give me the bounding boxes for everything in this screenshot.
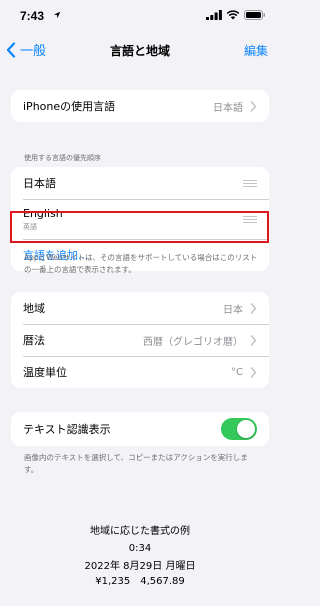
temperature-unit-row[interactable]: 温度単位 °C — [11, 356, 269, 388]
live-text-toggle[interactable] — [221, 418, 257, 440]
format-example-date: 2022年 8月29日 月曜日 — [84, 561, 196, 572]
language-name: 日本語 — [23, 177, 56, 190]
status-bar: 7:43 — [0, 0, 280, 30]
iphone-language-value: 日本語 — [213, 102, 243, 114]
battery-icon — [244, 10, 265, 20]
live-text-row: テキスト認識表示 — [11, 412, 269, 446]
chevron-right-icon — [250, 302, 257, 314]
highlight-annotation — [10, 211, 269, 243]
temperature-unit-label: 温度単位 — [23, 366, 67, 379]
live-text-label: テキスト認識表示 — [23, 423, 111, 436]
chevron-right-icon — [250, 334, 257, 346]
region-group: 地域 日本 暦法 西暦（グレゴリオ暦） 温度単位 °C — [11, 292, 269, 388]
iphone-language-label: iPhoneの使用言語 — [23, 100, 116, 113]
calendar-value: 西暦（グレゴリオ暦） — [143, 336, 243, 348]
region-value: 日本 — [223, 304, 243, 316]
chevron-right-icon — [250, 366, 257, 378]
chevron-right-icon — [250, 100, 257, 112]
preferred-languages-footer: AppとWebサイトは、その言語をサポートしている場合はこのリストの一番上の言語… — [24, 253, 258, 274]
location-arrow-icon — [53, 11, 61, 19]
reorder-handle-icon[interactable] — [243, 179, 257, 187]
edit-button[interactable]: 編集 — [244, 42, 268, 59]
preferred-languages-header: 使用する言語の優先順序 — [24, 154, 101, 162]
page-title: 言語と地域 — [109, 44, 170, 58]
iphone-language-row[interactable]: iPhoneの使用言語 日本語 — [11, 90, 269, 122]
live-text-footer: 画像内のテキストを選択して、コピーまたはアクションを実行します。 — [24, 453, 248, 474]
calendar-row[interactable]: 暦法 西暦（グレゴリオ暦） — [11, 324, 269, 356]
region-row[interactable]: 地域 日本 — [11, 292, 269, 324]
wifi-icon — [226, 10, 240, 20]
format-example-numbers: ¥1,235 4,567.89 — [95, 576, 185, 587]
format-example-title: 地域に応じた書式の例 — [90, 526, 190, 537]
temperature-unit-value: °C — [231, 366, 243, 378]
status-time: 7:43 — [20, 9, 45, 23]
language-row-japanese[interactable]: 日本語 — [11, 167, 269, 199]
navigation-bar: 一般 言語と地域 編集 — [0, 30, 280, 68]
toggle-knob — [237, 420, 255, 438]
live-text-group: テキスト認識表示 — [11, 412, 269, 446]
cellular-signal-icon — [206, 10, 222, 20]
calendar-label: 暦法 — [23, 334, 45, 347]
iphone-language-group: iPhoneの使用言語 日本語 — [11, 90, 269, 122]
format-example-time: 0:34 — [128, 543, 152, 554]
region-label: 地域 — [23, 302, 45, 315]
